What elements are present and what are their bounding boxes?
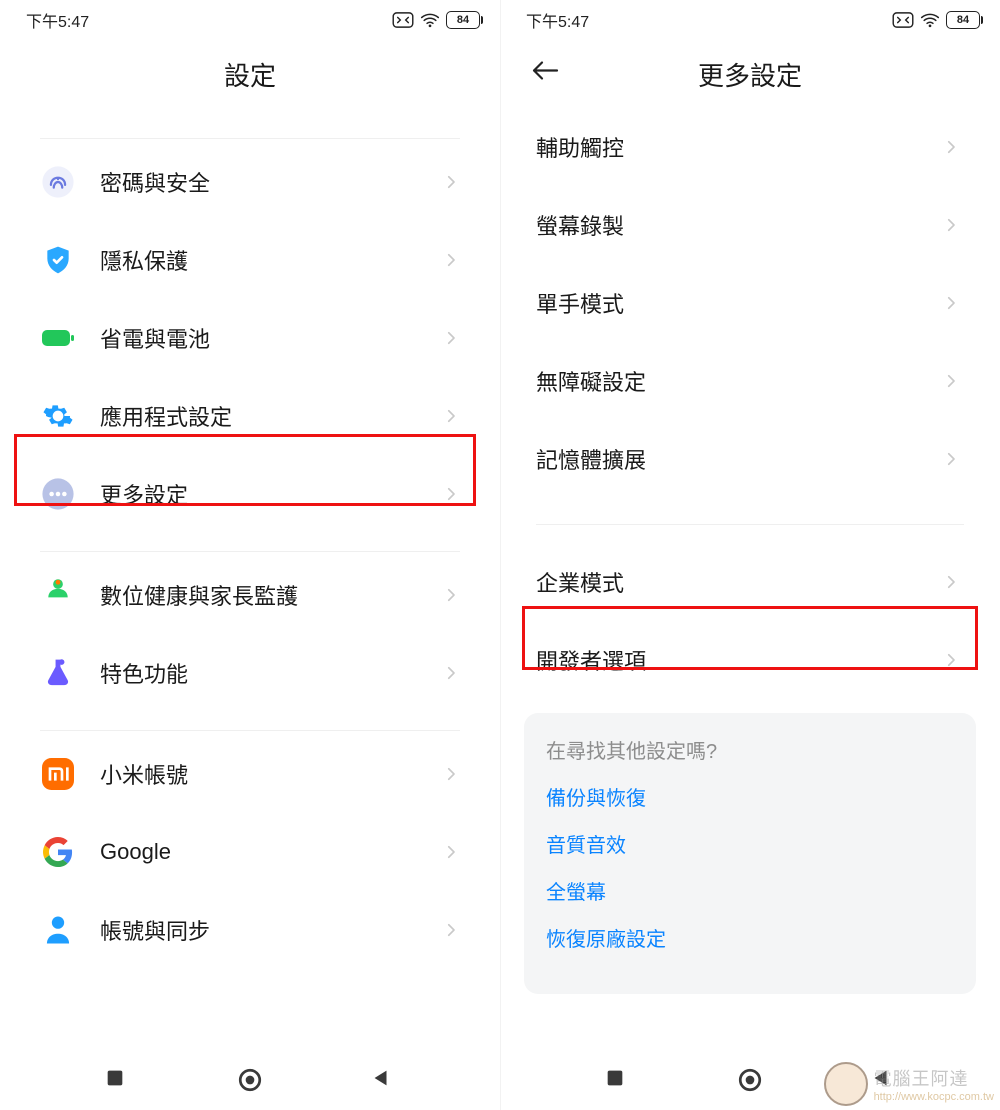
chevron-right-icon xyxy=(942,138,960,156)
row-label: 省電與電池 xyxy=(100,322,442,354)
chevron-right-icon xyxy=(442,586,460,604)
face-unlock-icon xyxy=(892,12,914,28)
chevron-right-icon xyxy=(442,765,460,783)
battery-icon: 84 xyxy=(446,11,480,29)
row-label: Google xyxy=(100,839,442,865)
shield-icon xyxy=(40,242,76,278)
wellbeing-icon xyxy=(40,577,76,613)
gear-icon xyxy=(40,398,76,434)
chevron-right-icon xyxy=(942,372,960,390)
chevron-right-icon xyxy=(442,251,460,269)
battery-icon xyxy=(40,320,76,356)
section-divider xyxy=(40,551,460,552)
chevron-right-icon xyxy=(442,173,460,191)
page-title: 設定 xyxy=(0,40,500,108)
battery-icon: 84 xyxy=(946,11,980,29)
chevron-right-icon xyxy=(442,843,460,861)
row-screen-record[interactable]: 螢幕錄製 xyxy=(500,186,1000,264)
row-battery[interactable]: 省電與電池 xyxy=(0,299,500,377)
nav-bar xyxy=(500,1050,1000,1110)
link-fullscreen[interactable]: 全螢幕 xyxy=(546,876,954,905)
nav-bar xyxy=(0,1050,500,1110)
row-more-settings[interactable]: 更多設定 xyxy=(0,455,500,533)
back-button[interactable] xyxy=(530,59,560,90)
chevron-right-icon xyxy=(942,294,960,312)
row-label: 螢幕錄製 xyxy=(536,209,942,241)
row-google[interactable]: Google xyxy=(0,813,500,891)
row-label: 小米帳號 xyxy=(100,758,442,790)
row-label: 輔助觸控 xyxy=(536,131,942,163)
mi-logo-icon xyxy=(40,756,76,792)
row-one-hand[interactable]: 單手模式 xyxy=(500,264,1000,342)
section-divider xyxy=(40,730,460,731)
link-factory-reset[interactable]: 恢復原廠設定 xyxy=(546,923,954,952)
section-divider xyxy=(536,524,964,525)
status-time: 下午5:47 xyxy=(526,8,589,32)
row-apps[interactable]: 應用程式設定 xyxy=(0,377,500,455)
link-audio-effects[interactable]: 音質音效 xyxy=(546,829,954,858)
row-label: 應用程式設定 xyxy=(100,400,442,432)
screen-more-settings: 下午5:47 84 更多設定 輔助觸控 螢幕錄製 單手模式 無障礙設定 xyxy=(500,0,1000,1110)
nav-home-button[interactable] xyxy=(737,1067,763,1093)
row-label: 單手模式 xyxy=(536,287,942,319)
nav-back-button[interactable] xyxy=(870,1067,896,1093)
row-enterprise-mode[interactable]: 企業模式 xyxy=(500,543,1000,621)
row-label: 數位健康與家長監護 xyxy=(100,579,442,611)
suggestions-card: 在尋找其他設定嗎? 備份與恢復 音質音效 全螢幕 恢復原廠設定 xyxy=(524,713,976,994)
face-unlock-icon xyxy=(392,12,414,28)
nav-back-button[interactable] xyxy=(370,1067,396,1093)
row-assistive-touch[interactable]: 輔助觸控 xyxy=(500,108,1000,186)
row-account-sync[interactable]: 帳號與同步 xyxy=(0,891,500,969)
chevron-right-icon xyxy=(942,216,960,234)
row-developer-options[interactable]: 開發者選項 xyxy=(500,621,1000,699)
chevron-right-icon xyxy=(442,485,460,503)
row-features[interactable]: 特色功能 xyxy=(0,634,500,712)
row-label: 更多設定 xyxy=(100,478,442,510)
google-logo-icon xyxy=(40,834,76,870)
chevron-right-icon xyxy=(442,921,460,939)
row-privacy[interactable]: 隱私保護 xyxy=(0,221,500,299)
wifi-icon xyxy=(420,12,440,28)
settings-list[interactable]: 密碼與安全 隱私保護 省電與電池 應用程式設定 xyxy=(0,108,500,1050)
row-label: 帳號與同步 xyxy=(100,914,442,946)
row-label: 特色功能 xyxy=(100,657,442,689)
row-label: 開發者選項 xyxy=(536,644,942,676)
chevron-right-icon xyxy=(942,651,960,669)
wifi-icon xyxy=(920,12,940,28)
row-digital-wellbeing[interactable]: 數位健康與家長監護 xyxy=(0,556,500,634)
more-settings-list[interactable]: 輔助觸控 螢幕錄製 單手模式 無障礙設定 記憶體擴展 企業模式 開發者選項 xyxy=(500,108,1000,1050)
chevron-right-icon xyxy=(942,450,960,468)
row-security[interactable]: 密碼與安全 xyxy=(0,143,500,221)
row-memory-extension[interactable]: 記憶體擴展 xyxy=(500,420,1000,498)
dots-icon xyxy=(40,476,76,512)
partial-row-top xyxy=(0,108,500,126)
status-time: 下午5:47 xyxy=(26,8,89,32)
nav-recent-button[interactable] xyxy=(104,1067,130,1093)
row-mi-account[interactable]: 小米帳號 xyxy=(0,735,500,813)
nav-home-button[interactable] xyxy=(237,1067,263,1093)
link-backup-restore[interactable]: 備份與恢復 xyxy=(546,782,954,811)
status-bar: 下午5:47 84 xyxy=(500,0,1000,40)
status-right: 84 xyxy=(892,11,980,29)
card-title: 在尋找其他設定嗎? xyxy=(546,735,954,764)
chevron-right-icon xyxy=(442,664,460,682)
screen-settings: 下午5:47 84 設定 密碼與安全 隱私保護 xyxy=(0,0,500,1110)
chevron-right-icon xyxy=(942,573,960,591)
row-label: 記憶體擴展 xyxy=(536,443,942,475)
chevron-right-icon xyxy=(442,329,460,347)
page-title: 更多設定 xyxy=(500,40,1000,108)
fingerprint-icon xyxy=(40,164,76,200)
row-label: 無障礙設定 xyxy=(536,365,942,397)
status-right: 84 xyxy=(392,11,480,29)
row-label: 隱私保護 xyxy=(100,244,442,276)
flask-icon xyxy=(40,655,76,691)
chevron-right-icon xyxy=(442,407,460,425)
row-accessibility[interactable]: 無障礙設定 xyxy=(500,342,1000,420)
nav-recent-button[interactable] xyxy=(604,1067,630,1093)
section-divider xyxy=(40,138,460,139)
person-icon xyxy=(40,912,76,948)
row-label: 密碼與安全 xyxy=(100,166,442,198)
status-bar: 下午5:47 84 xyxy=(0,0,500,40)
row-label: 企業模式 xyxy=(536,566,942,598)
